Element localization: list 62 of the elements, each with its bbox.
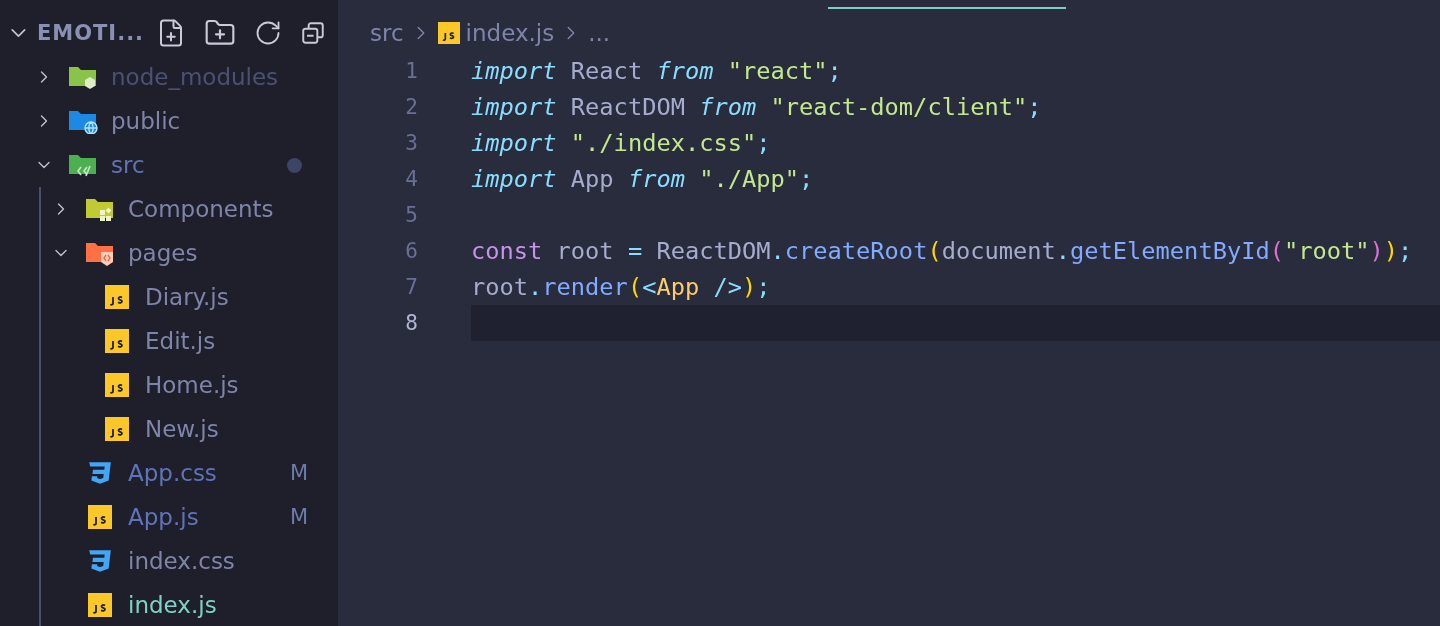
file-name: pages bbox=[128, 240, 199, 266]
js-file-icon bbox=[437, 22, 460, 44]
file-name: node_modules bbox=[111, 64, 280, 90]
folder-item[interactable]: src bbox=[0, 143, 338, 187]
line-number: 7 bbox=[404, 275, 418, 299]
folder-item[interactable]: public bbox=[0, 99, 338, 143]
folder-code-icon bbox=[85, 240, 115, 266]
file-name: App.js bbox=[128, 504, 200, 530]
breadcrumb-item[interactable]: src bbox=[370, 20, 404, 46]
modified-dot-icon bbox=[287, 157, 302, 173]
folder-code-icon bbox=[68, 152, 98, 178]
file-name: App.css bbox=[128, 460, 218, 486]
line-number: 8 bbox=[404, 311, 418, 335]
css-file-icon bbox=[87, 460, 113, 486]
folder-hexagon-icon bbox=[68, 64, 98, 90]
git-status: M bbox=[289, 505, 308, 529]
code-line: root.render(<App />); bbox=[471, 272, 772, 303]
file-item[interactable]: index.js bbox=[0, 583, 338, 626]
breadcrumb-item[interactable]: index.js bbox=[465, 20, 555, 46]
refresh-icon[interactable] bbox=[254, 19, 282, 47]
line-number: 5 bbox=[404, 203, 418, 227]
folder-globe-icon bbox=[68, 108, 98, 134]
file-name: Home.js bbox=[145, 372, 240, 398]
file-item[interactable]: Diary.js bbox=[0, 275, 338, 319]
line-number: 6 bbox=[404, 239, 418, 263]
folder-item[interactable]: pages bbox=[0, 231, 338, 275]
css-file-icon bbox=[87, 548, 113, 574]
file-item[interactable]: App.css M bbox=[0, 451, 338, 495]
js-file-icon bbox=[88, 593, 112, 617]
code-line: import App from "./App"; bbox=[471, 164, 815, 195]
folder-item[interactable]: Components bbox=[0, 187, 338, 231]
code-line: import ReactDOM from "react-dom/client"; bbox=[471, 92, 1043, 123]
file-name: Edit.js bbox=[145, 328, 217, 354]
file-name: index.js bbox=[128, 592, 218, 618]
collapse-all-icon[interactable] bbox=[300, 20, 326, 46]
file-name: public bbox=[111, 108, 182, 134]
code-line: import React from "react"; bbox=[471, 56, 843, 87]
js-file-icon bbox=[105, 329, 129, 353]
line-number: 2 bbox=[404, 95, 418, 119]
breadcrumb-item[interactable]: ... bbox=[588, 20, 611, 46]
file-item[interactable]: Home.js bbox=[0, 363, 338, 407]
line-number: 1 bbox=[404, 59, 418, 83]
file-name: Components bbox=[128, 196, 275, 222]
file-item[interactable]: index.css bbox=[0, 539, 338, 583]
folder-blocks-icon bbox=[85, 196, 115, 222]
js-file-icon bbox=[105, 417, 129, 441]
line-number: 4 bbox=[404, 167, 418, 191]
code-line: const root = ReactDOM.createRoot(document.getElementById("root")); bbox=[471, 236, 1414, 267]
file-name: index.css bbox=[128, 548, 236, 574]
file-name: Diary.js bbox=[145, 284, 230, 310]
file-item[interactable]: App.js M bbox=[0, 495, 338, 539]
explorer-title[interactable]: EMOTI... bbox=[36, 21, 150, 45]
js-file-icon bbox=[88, 505, 112, 529]
file-name: src bbox=[111, 152, 146, 178]
file-name: New.js bbox=[145, 416, 220, 442]
js-file-icon bbox=[105, 285, 129, 309]
file-item[interactable]: New.js bbox=[0, 407, 338, 451]
git-status: M bbox=[289, 461, 308, 485]
file-item[interactable]: Edit.js bbox=[0, 319, 338, 363]
code-line: import "./index.css"; bbox=[471, 128, 772, 159]
js-file-icon bbox=[105, 373, 129, 397]
line-number: 3 bbox=[404, 131, 418, 155]
